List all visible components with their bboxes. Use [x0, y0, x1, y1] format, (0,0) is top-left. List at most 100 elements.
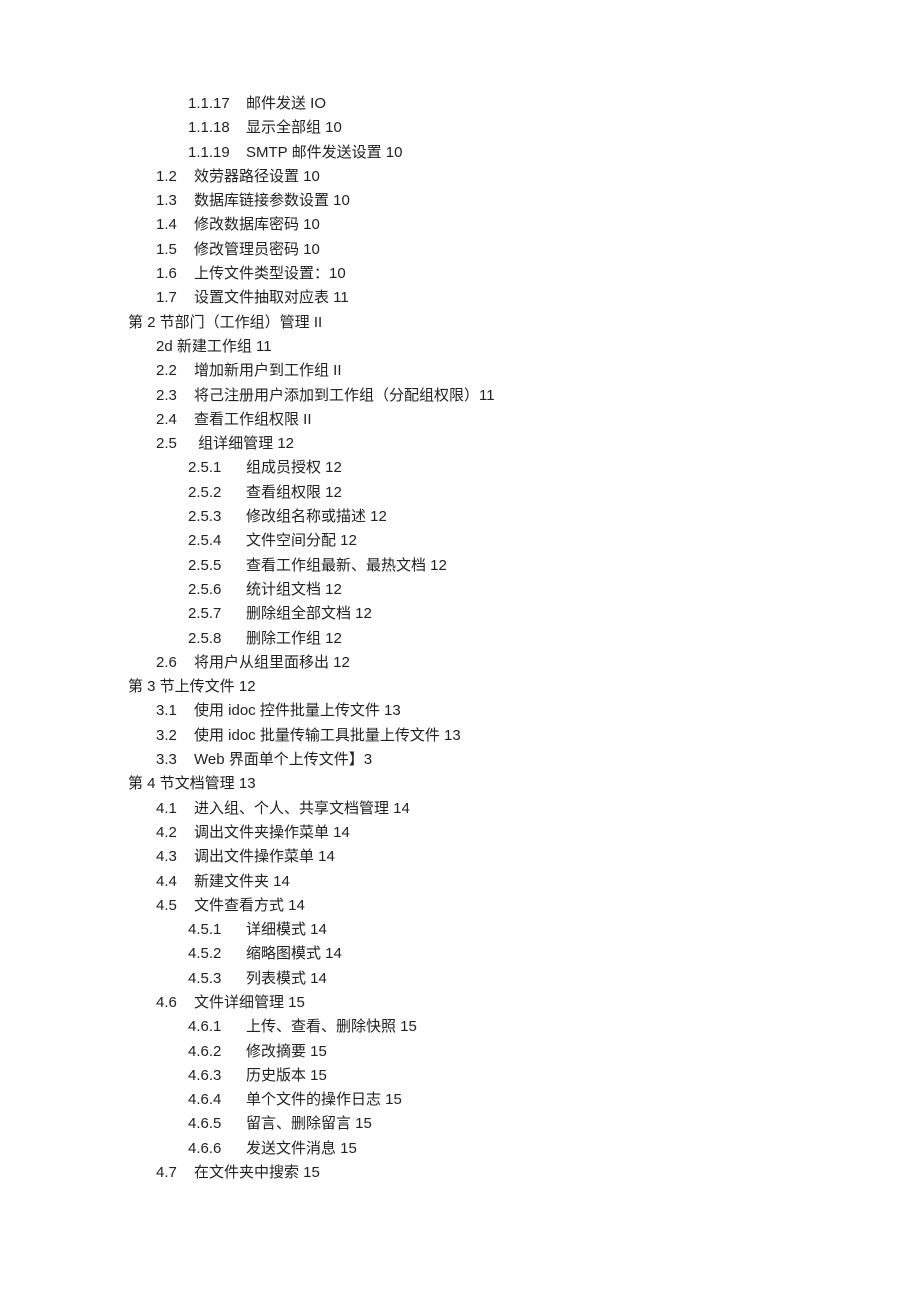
toc-entry: 1.3 数据库链接参数设置 10: [156, 189, 920, 213]
toc-title: 修改摘要 15: [246, 1043, 327, 1060]
toc-entry: 2.5.2查看组权限 12: [188, 481, 920, 505]
toc-entry: 第 3 节上传文件 12: [128, 675, 920, 699]
toc-number: 3.3: [156, 748, 186, 772]
toc-number: 1.5: [156, 238, 186, 262]
toc-title: 查看工作组权限 II: [194, 411, 312, 428]
toc-entry: 2.5.1 组成员授权 12: [188, 456, 920, 480]
toc-entry: 2.5.7 删除组全部文档 12: [188, 602, 920, 626]
toc-title: Web 界面单个上传文件】3: [194, 751, 372, 768]
toc-number: 2.5.3: [188, 505, 234, 529]
toc-number: 2.3: [156, 384, 186, 408]
toc-number: 2.5.2: [188, 481, 234, 505]
toc-title: 使用 idoc 批量传输工具批量上传文件 13: [194, 727, 461, 744]
toc-title: 第 2 节部门（工作组）管理 II: [128, 314, 322, 331]
toc-title: 删除组全部文档 12: [246, 605, 372, 622]
toc-entry: 2.5.8删除工作组 12: [188, 627, 920, 651]
toc-number: 1.1.17: [188, 92, 234, 116]
toc-entry: 4.6.4单个文件的操作日志 15: [188, 1088, 920, 1112]
toc-entry: 4.6.1 上传、查看、删除快照 15: [188, 1015, 920, 1039]
toc-title: 设置文件抽取对应表 11: [194, 289, 349, 306]
toc-title: 第 3 节上传文件 12: [128, 678, 256, 695]
toc-entry: 3.1使用 idoc 控件批量上传文件 13: [156, 699, 920, 723]
toc-number: 4.7: [156, 1161, 186, 1185]
toc-title: 修改组名称或描述 12: [246, 508, 387, 525]
toc-number: 1.2: [156, 165, 186, 189]
toc-entry: 2.5.4 文件空间分配 12: [188, 529, 920, 553]
toc-entry: 第 4 节文档管理 13: [128, 772, 920, 796]
toc-title: 文件空间分配 12: [246, 532, 357, 549]
toc-title: 列表模式 14: [246, 970, 327, 987]
toc-number: 2.5.4: [188, 529, 234, 553]
toc-title: 历史版本 15: [246, 1067, 327, 1084]
toc-entry: 1.5修改管理员密码 10: [156, 238, 920, 262]
toc-number: 1.7: [156, 286, 186, 310]
toc-number: 4.6.1: [188, 1015, 234, 1039]
toc-entry: 2.5 组详细管理 12: [156, 432, 920, 456]
toc-number: 4.6.3: [188, 1064, 234, 1088]
toc-entry: 2.5.5查看工作组最新、最热文档 12: [188, 554, 920, 578]
toc-title: 调出文件操作菜单 14: [194, 848, 335, 865]
toc-entry: 3.2使用 idoc 批量传输工具批量上传文件 13: [156, 724, 920, 748]
toc-entry: 4.2 调出文件夹操作菜单 14: [156, 821, 920, 845]
toc-number: 3.1: [156, 699, 186, 723]
toc-number: 4.5.1: [188, 918, 234, 942]
toc-number: 1.1.19: [188, 141, 234, 165]
toc-entry: 4.5 文件查看方式 14: [156, 894, 920, 918]
toc-number: 4.3: [156, 845, 186, 869]
toc-title: 查看工作组最新、最热文档 12: [246, 557, 447, 574]
toc-title: SMTP 邮件发送设置 10: [246, 144, 402, 161]
toc-entry: 1.1.19 SMTP 邮件发送设置 10: [188, 141, 920, 165]
toc-entry: 2.4查看工作组权限 II: [156, 408, 920, 432]
toc-entry: 4.6.3 历史版本 15: [188, 1064, 920, 1088]
toc-title: 上传、查看、删除快照 15: [246, 1018, 417, 1035]
toc-number: 1.3: [156, 189, 186, 213]
table-of-contents: 1.1.17邮件发送 IO1.1.18显示全部组 101.1.19 SMTP 邮件…: [128, 92, 920, 1185]
toc-title: 组成员授权 12: [246, 459, 342, 476]
toc-title: 数据库链接参数设置 10: [194, 192, 350, 209]
toc-title: 2d 新建工作组 11: [156, 338, 272, 355]
toc-entry: 4.5.2缩略图模式 14: [188, 942, 920, 966]
toc-entry: 1.1.18显示全部组 10: [188, 116, 920, 140]
toc-number: 4.2: [156, 821, 186, 845]
toc-entry: 2.5.3 修改组名称或描述 12: [188, 505, 920, 529]
toc-number: 4.6.2: [188, 1040, 234, 1064]
toc-entry: 2.3将己注册用户添加到工作组（分配组权限）11: [156, 384, 920, 408]
toc-number: 4.6.6: [188, 1137, 234, 1161]
toc-number: 2.5.7: [188, 602, 234, 626]
toc-title: 效劳器路径设置 10: [194, 168, 320, 185]
toc-entry: 第 2 节部门（工作组）管理 II: [128, 311, 920, 335]
toc-number: 4.4: [156, 870, 186, 894]
toc-title: 在文件夹中搜索 15: [194, 1164, 320, 1181]
toc-number: 2.5.1: [188, 456, 234, 480]
toc-title: 新建文件夹 14: [194, 873, 290, 890]
toc-entry: 4.6.6 发送文件消息 15: [188, 1137, 920, 1161]
toc-title: 显示全部组 10: [246, 119, 342, 136]
toc-number: 4.5.2: [188, 942, 234, 966]
toc-entry: 1.4 修改数据库密码 10: [156, 213, 920, 237]
toc-number: 4.5.3: [188, 967, 234, 991]
toc-entry: 4.3 调出文件操作菜单 14: [156, 845, 920, 869]
toc-entry: 2d 新建工作组 11: [156, 335, 920, 359]
toc-entry: 2.6将用户从组里面移出 12: [156, 651, 920, 675]
toc-entry: 4.6文件详细管理 15: [156, 991, 920, 1015]
toc-title: 删除工作组 12: [246, 630, 342, 647]
toc-title: 增加新用户到工作组 II: [194, 362, 342, 379]
toc-title: 统计组文档 12: [246, 581, 342, 598]
toc-title: 单个文件的操作日志 15: [246, 1091, 402, 1108]
toc-title: 详细模式 14: [246, 921, 327, 938]
toc-number: 1.4: [156, 213, 186, 237]
toc-number: 4.6.5: [188, 1112, 234, 1136]
toc-number: 4.5: [156, 894, 186, 918]
toc-number: 2.2: [156, 359, 186, 383]
toc-entry: 1.6上传文件类型设置：10: [156, 262, 920, 286]
toc-title: 修改数据库密码 10: [194, 216, 320, 233]
toc-title: 留言、删除留言 15: [246, 1115, 372, 1132]
toc-entry: 1.1.17邮件发送 IO: [188, 92, 920, 116]
toc-title: 发送文件消息 15: [246, 1140, 357, 1157]
toc-title: 调出文件夹操作菜单 14: [194, 824, 350, 841]
toc-title: 文件查看方式 14: [194, 897, 305, 914]
toc-title: 第 4 节文档管理 13: [128, 775, 256, 792]
toc-title: 将用户从组里面移出 12: [194, 654, 350, 671]
toc-entry: 4.4 新建文件夹 14: [156, 870, 920, 894]
toc-entry: 2.5.6统计组文档 12: [188, 578, 920, 602]
